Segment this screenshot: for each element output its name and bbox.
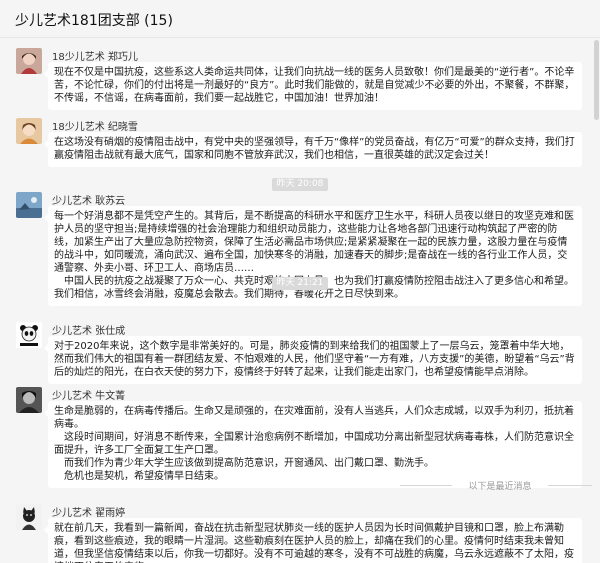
message-bubble[interactable]: 每一个好消息都不是凭空产生的。其背后，是不断提高的科研水平和医疗卫生水平，科研人… <box>44 206 582 306</box>
avatar-girl-red[interactable] <box>16 48 42 74</box>
sender-name: 少儿艺术 翟雨婷 <box>52 508 126 519</box>
message-text: 就在前几天，我看到一篇新闻，奋战在抗击新型冠状肺炎一线的医护人员因为长时间佩戴护… <box>54 523 574 563</box>
sender-name: 少儿艺术 耿苏云 <box>52 196 126 207</box>
avatar-black-cat[interactable] <box>16 504 42 530</box>
timestamp-label: 昨天 20:08 <box>271 178 329 191</box>
chat-title: 少儿艺术181团支部 (15) <box>15 13 173 29</box>
message-bubble[interactable]: 生命是脆弱的，在病毒传播后。生命又是顽强的，在灾难面前，没有人当逃兵，人们众志成… <box>44 401 582 488</box>
sender-name: 少儿艺术 张仕成 <box>52 326 126 337</box>
message-bubble[interactable]: 就在前几天，我看到一篇新闻，奋战在抗击新型冠状肺炎一线的医护人员因为长时间佩戴护… <box>44 518 582 563</box>
sender-name: 少儿艺术 牛文菁 <box>52 391 126 402</box>
divider-line <box>548 485 592 486</box>
chat-header: 少儿艺术181团支部 (15) <box>0 0 600 38</box>
timestamp-divider: 昨天 21:21 <box>0 270 600 290</box>
message-bubble[interactable]: 现在不仅是中国抗疫，这些系这人类命运共同体，让我们向抗战一线的医务人员致敬！你们… <box>44 62 582 110</box>
avatar-sky-blue[interactable] <box>16 192 42 218</box>
message-text: 生命是脆弱的，在病毒传播后。生命又是顽强的，在灾难面前，没有人当逃兵，人们众志成… <box>54 406 574 430</box>
message-bubble[interactable]: 对于2020年来说，这个数字是非常美好的。可是，肺炎疫情的到来给我们的祖国蒙上了… <box>44 336 582 384</box>
message-text: 对于2020年来说，这个数字是非常美好的。可是，肺炎疫情的到来给我们的祖国蒙上了… <box>54 341 575 378</box>
avatar-girl-orange[interactable] <box>16 118 42 144</box>
scrollbar[interactable] <box>594 40 599 120</box>
message-text: 而我们作为青少年大学生应该做到提高防范意识，开窗通风、出门戴口罩、勤洗手。 <box>64 458 434 469</box>
message-text: 现在不仅是中国抗疫，这些系这人类命运共同体，让我们向抗战一线的医务人员致敬！你们… <box>54 67 575 104</box>
sender-name: 18少儿艺术 郑巧儿 <box>52 52 138 63</box>
timestamp-divider: 昨天 20:08 <box>0 171 600 191</box>
sender-name: 18少儿艺术 纪晓雪 <box>52 122 138 133</box>
avatar-dark-bw[interactable] <box>16 387 42 413</box>
message-text: 每一个好消息都不是凭空产生的。其背后，是不断提高的科研水平和医疗卫生水平，科研人… <box>54 211 574 274</box>
new-messages-divider: 以下是最近消息 <box>0 478 600 492</box>
message-bubble[interactable]: 在这场没有硝烟的疫情阻击战中，有党中央的坚强领导，有千万“像样”的党员奋战，有亿… <box>44 132 582 167</box>
divider-line <box>400 485 452 486</box>
message-text: 在这场没有硝烟的疫情阻击战中，有党中央的坚强领导，有千万“像样”的党员奋战，有亿… <box>54 137 575 161</box>
message-text: 这段时间期间，好消息不断传来，全国累计治愈病例不断增加，中国成功分离出新型冠状病… <box>54 432 574 456</box>
message-feed[interactable]: 18少儿艺术 郑巧儿 现在不仅是中国抗疫，这些系这人类命运共同体，让我们向抗战一… <box>0 38 600 563</box>
avatar-panda[interactable] <box>16 322 42 348</box>
new-messages-label: 以下是最近消息 <box>468 482 532 492</box>
timestamp-label: 昨天 21:21 <box>271 277 329 290</box>
